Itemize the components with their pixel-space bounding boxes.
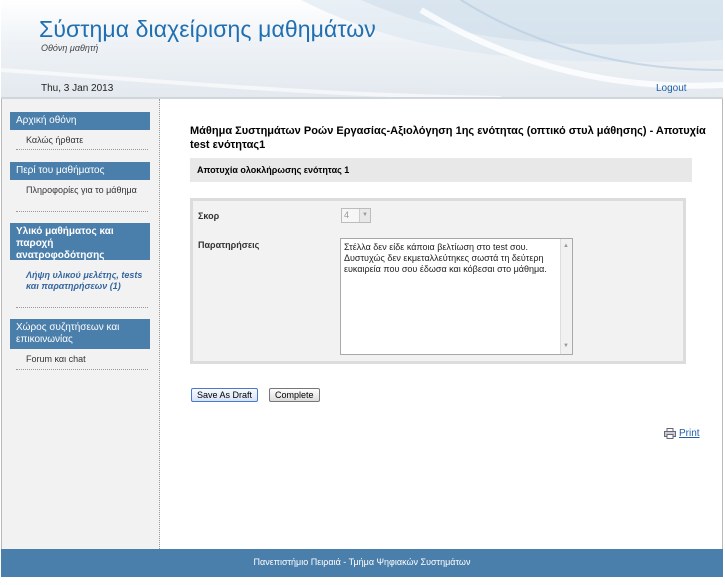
remarks-textarea[interactable]: Στέλλα δεν είδε κάποια βελτίωση στο test… <box>340 238 573 355</box>
chevron-down-icon: ▼ <box>359 209 370 222</box>
complete-button[interactable]: Complete <box>269 388 320 402</box>
current-date: Thu, 3 Jan 2013 <box>41 83 114 94</box>
sidebar-item-welcome[interactable]: Καλώς ήρθατε <box>26 135 144 146</box>
printer-icon <box>664 428 676 439</box>
sidebar-item-course-info[interactable]: Πληροφορίες για το μάθημα <box>26 185 144 196</box>
remarks-label: Παρατηρήσεις <box>198 240 260 250</box>
sidebar-heading-home[interactable]: Αρχική οθόνη <box>10 112 150 130</box>
sidebar-heading-material[interactable]: Υλικό μαθήματος και παροχή ανατροφοδότησ… <box>10 223 150 261</box>
app-subtitle: Οθόνη μαθητή <box>41 43 99 53</box>
sidebar-item-material-download[interactable]: Λήψη υλικού μελέτης, tests και παρατηρήσ… <box>26 270 144 292</box>
sidebar-item-forum[interactable]: Forum και chat <box>26 354 144 365</box>
print-label: Print <box>679 428 700 439</box>
page-title: Μάθημα Συστημάτων Ροών Εργασίας-Αξιολόγη… <box>190 125 706 151</box>
section-header: Αποτυχία ολοκλήρωσης ενότητας 1 <box>190 158 692 182</box>
bottom-strip <box>1 577 723 585</box>
logout-link[interactable]: Logout <box>656 83 687 94</box>
footer: Πανεπιστήμιο Πειραιά - Τμήμα Ψηφιακών Συ… <box>1 549 723 577</box>
score-value: 4 <box>344 210 350 220</box>
scroll-down-icon[interactable]: ▼ <box>563 341 569 352</box>
app-title: Σύστημα διαχείρισης μαθημάτων <box>39 16 376 42</box>
sidebar: Αρχική οθόνη Καλώς ήρθατε Περί του μαθήμ… <box>2 99 160 549</box>
sidebar-divider <box>16 149 148 150</box>
score-label: Σκορ <box>198 211 220 221</box>
sidebar-divider <box>16 307 148 308</box>
textarea-scrollbar[interactable]: ▲ ▼ <box>560 239 572 354</box>
evaluation-form: Σκορ 4 ▼ Παρατηρήσεις Στέλλα δεν είδε κά… <box>190 198 686 364</box>
scroll-up-icon[interactable]: ▲ <box>563 241 569 252</box>
score-select[interactable]: 4 ▼ <box>341 208 371 223</box>
sidebar-divider <box>16 211 148 212</box>
print-link[interactable]: Print <box>664 428 700 439</box>
remarks-text: Στέλλα δεν είδε κάποια βελτίωση στο test… <box>344 242 547 274</box>
sidebar-heading-discussion[interactable]: Χώρος συζητήσεων και επικοινωνίας <box>10 319 150 349</box>
save-draft-button[interactable]: Save As Draft <box>191 388 259 402</box>
sidebar-divider <box>16 369 148 370</box>
header-banner: Σύστημα διαχείρισης μαθημάτων Οθόνη μαθη… <box>1 0 723 98</box>
sidebar-heading-about[interactable]: Περί του μαθήματος <box>10 162 150 180</box>
